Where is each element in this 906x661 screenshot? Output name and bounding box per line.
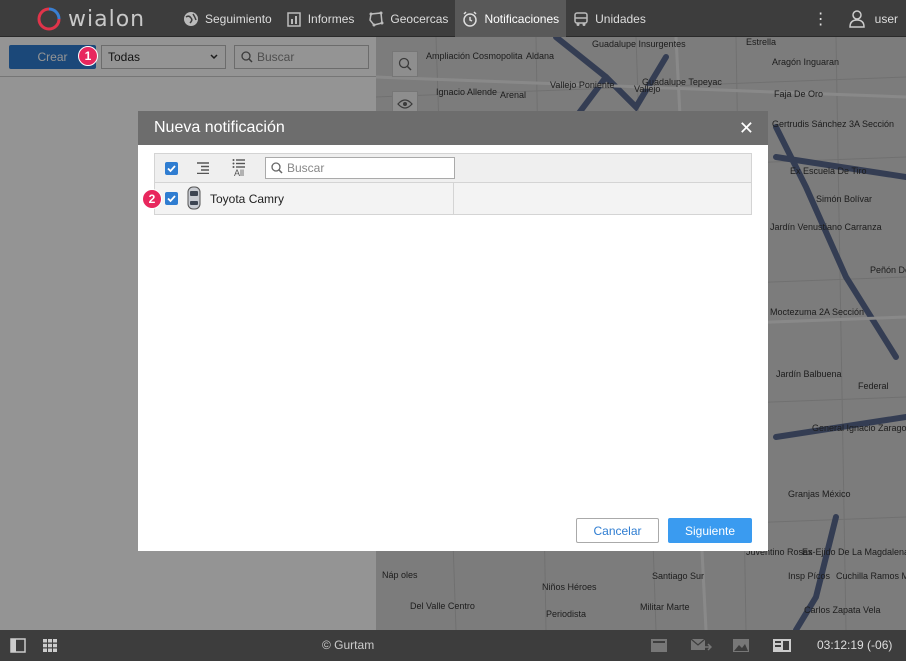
nav-seguimiento-label: Seguimiento: [205, 11, 272, 26]
clock: 03:12:19 (-06): [817, 638, 893, 652]
nav-geocercas-label: Geocercas: [390, 11, 449, 26]
nav-unidades[interactable]: Unidades: [566, 0, 653, 37]
image-icon[interactable]: [732, 638, 750, 653]
geofence-icon: [369, 11, 384, 26]
nav-unidades-label: Unidades: [595, 11, 646, 26]
copyright: © Gurtam: [322, 638, 375, 652]
bus-icon: [574, 11, 588, 26]
check-icon: [167, 165, 176, 173]
user-icon[interactable]: [848, 9, 865, 28]
nav-informes-label: Informes: [307, 11, 355, 26]
dialog-search-placeholder: Buscar: [287, 161, 325, 175]
event-register-icon[interactable]: [650, 638, 668, 653]
wialon-logo[interactable]: wialon: [36, 6, 145, 32]
nav-seguimiento[interactable]: Seguimiento: [176, 0, 279, 37]
select-all-checkbox[interactable]: [165, 162, 178, 175]
logo-text: wialon: [68, 6, 146, 32]
dialog-title: Nueva notificación: [154, 119, 285, 136]
list-icon: [232, 158, 245, 168]
group-view-button[interactable]: [193, 154, 213, 182]
show-all-button[interactable]: All: [228, 154, 250, 182]
panel-toggle-icon[interactable]: [10, 638, 26, 653]
next-button[interactable]: Siguiente: [668, 518, 752, 543]
notifications-log-icon[interactable]: [772, 638, 792, 653]
column-divider: [453, 183, 454, 214]
report-icon: [286, 11, 301, 27]
cancel-button[interactable]: Cancelar: [576, 518, 659, 543]
nav-geocercas[interactable]: Geocercas: [361, 0, 455, 37]
step-badge-2: 2: [142, 189, 162, 209]
send-message-icon[interactable]: [690, 638, 712, 653]
search-icon: [271, 162, 283, 174]
nav-notificaciones-label: Notificaciones: [484, 11, 560, 26]
grid-header: All Buscar: [154, 153, 752, 183]
top-bar: wialon Seguimiento Informes Geocercas No…: [0, 0, 906, 37]
dialog-header: Nueva notificación ✕: [138, 111, 768, 145]
dialog-search-input[interactable]: Buscar: [265, 157, 455, 179]
unit-name: Toyota Camry: [210, 192, 285, 206]
logo-icon: [37, 7, 61, 31]
nav-notificaciones[interactable]: Notificaciones: [455, 0, 567, 37]
main-nav: Seguimiento Informes Geocercas Notificac…: [176, 0, 653, 37]
units-grid: All Buscar Toyota Camry: [154, 153, 752, 215]
apps-grid-icon[interactable]: [42, 638, 58, 653]
bottom-bar: © Gurtam 03:12:19 (-06): [0, 630, 906, 661]
step-badge-1: 1: [78, 46, 98, 66]
car-icon: [187, 186, 201, 210]
close-icon[interactable]: ✕: [739, 119, 754, 137]
user-name[interactable]: user: [875, 12, 898, 26]
list-indent-icon: [197, 162, 209, 174]
globe-icon: [184, 11, 198, 26]
unit-checkbox[interactable]: [165, 192, 178, 205]
more-menu-icon[interactable]: ⋮: [813, 9, 829, 29]
top-right-tools: ⋮ user: [813, 0, 898, 37]
unit-row[interactable]: Toyota Camry: [154, 183, 752, 215]
nav-informes[interactable]: Informes: [279, 0, 362, 37]
check-icon: [167, 195, 176, 203]
all-label: All: [233, 167, 244, 178]
new-notification-dialog: Nueva notificación ✕ All Buscar Toyota C…: [138, 111, 768, 551]
alarm-clock-icon: [463, 10, 478, 27]
